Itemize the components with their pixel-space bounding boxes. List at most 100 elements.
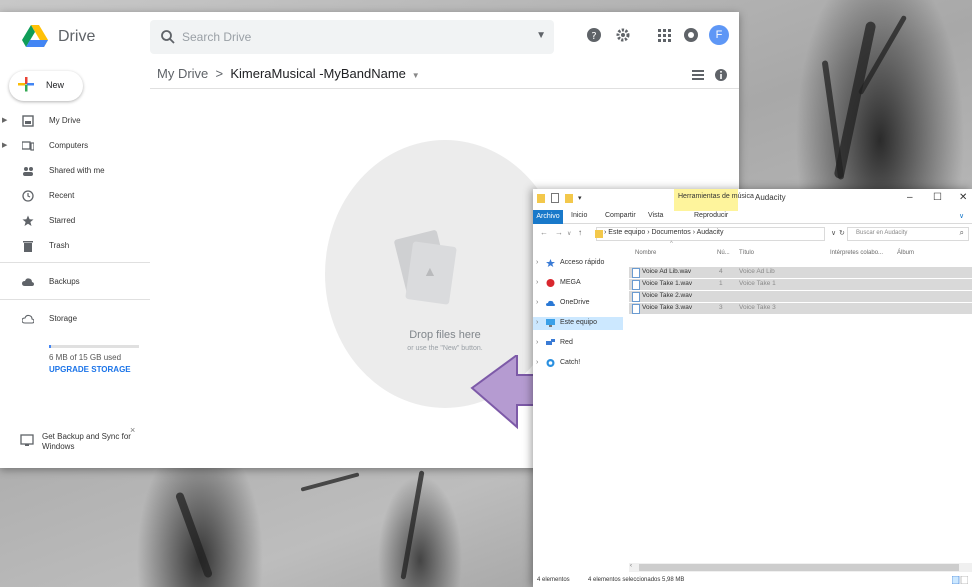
tree-expand-icon[interactable]: › <box>536 259 538 266</box>
column-header-name[interactable]: Nombre <box>635 250 656 256</box>
search-options-icon[interactable]: ▼ <box>536 30 546 41</box>
onedrive-icon <box>546 300 555 306</box>
address-dropdown-icon[interactable]: ∨ <box>831 229 836 237</box>
view-toggle-icon[interactable] <box>952 576 968 584</box>
horizontal-scrollbar[interactable]: ‹ <box>629 563 972 572</box>
cloud-icon <box>22 278 34 286</box>
tree-item-onedrive[interactable]: › OneDrive <box>533 297 623 310</box>
new-folder-icon[interactable] <box>565 193 573 203</box>
drive-watermark-icon: ▲ <box>423 263 437 279</box>
scrollbar-thumb[interactable] <box>639 564 959 571</box>
forward-arrow-icon[interactable]: → <box>555 228 563 237</box>
explorer-titlebar: ▾ Herramientas de música Audacity – ☐ ✕ <box>533 189 972 211</box>
expand-arrow-icon[interactable]: ▶ <box>2 116 7 124</box>
storage-progress-bar <box>49 345 139 348</box>
drive-logo-icon[interactable] <box>22 25 48 47</box>
apps-grid-icon[interactable] <box>655 26 673 44</box>
tree-expand-icon[interactable]: › <box>536 339 538 346</box>
upgrade-storage-link[interactable]: UPGRADE STORAGE <box>49 365 131 374</box>
new-button[interactable]: New <box>9 71 83 101</box>
sidebar-item-storage[interactable]: Storage <box>0 309 150 331</box>
search-icon[interactable] <box>160 29 176 45</box>
tab-inicio[interactable]: Inicio <box>571 212 587 219</box>
file-name: Voice Take 1.wav <box>642 280 693 287</box>
tab-vista[interactable]: Vista <box>648 212 663 219</box>
tree-expand-icon[interactable]: › <box>536 359 538 366</box>
ribbon-context-label[interactable]: Herramientas de música <box>678 193 754 200</box>
tree-item-quick-access[interactable]: › Acceso rápido <box>533 257 623 270</box>
account-avatar[interactable]: F <box>709 25 729 45</box>
column-header-album[interactable]: Álbum <box>897 250 914 256</box>
sidebar-item-backups[interactable]: Backups <box>0 272 150 294</box>
drive-header: Drive Search Drive ▼ ? F <box>0 12 739 62</box>
close-button[interactable]: ✕ <box>959 192 967 203</box>
tree-item-network[interactable]: › Red <box>533 337 623 350</box>
refresh-icon[interactable]: ↻ <box>839 229 845 237</box>
help-icon[interactable]: ? <box>585 26 603 44</box>
info-icon[interactable] <box>714 68 728 82</box>
minimize-button[interactable]: – <box>907 192 913 203</box>
breadcrumb-root[interactable]: My Drive <box>157 66 208 81</box>
explorer-title: Audacity <box>755 193 786 202</box>
up-arrow-icon[interactable]: ↑ <box>578 228 582 237</box>
search-icon[interactable]: ⌕ <box>960 228 964 238</box>
sidebar-item-trash[interactable]: Trash <box>0 236 150 258</box>
sidebar-item-recent[interactable]: Recent <box>0 186 150 208</box>
table-row[interactable]: Voice Ad Lib.wav 4 Voice Ad Lib <box>629 267 972 278</box>
column-header-title[interactable]: Título <box>739 250 754 256</box>
tree-expand-icon[interactable]: › <box>536 319 538 326</box>
file-title: Voice Ad Lib <box>739 268 775 275</box>
recent-locations-icon[interactable]: ∨ <box>567 230 571 237</box>
close-icon[interactable]: × <box>130 425 135 435</box>
address-bar[interactable]: › Este equipo › Documentos › Audacity <box>595 227 825 241</box>
breadcrumb-separator-icon: > <box>215 66 224 81</box>
table-row[interactable]: Voice Take 3.wav 3 Voice Take 3 <box>629 303 972 314</box>
notifications-icon[interactable] <box>682 26 700 44</box>
explorer-search[interactable]: Buscar en Audacity ⌕ <box>847 227 969 241</box>
file-name: Voice Take 3.wav <box>642 304 693 311</box>
sort-ascending-icon: ^ <box>670 241 673 247</box>
ribbon-expand-icon[interactable]: ∨ <box>959 212 964 220</box>
svg-text:?: ? <box>591 31 596 42</box>
tree-item-label: Red <box>560 339 573 346</box>
table-row[interactable]: Voice Take 1.wav 1 Voice Take 1 <box>629 279 972 290</box>
back-arrow-icon[interactable]: ← <box>540 228 548 237</box>
explorer-search-input[interactable]: Buscar en Audacity <box>856 230 907 236</box>
status-item-count: 4 elementos <box>537 577 570 583</box>
sidebar-item-computers[interactable]: ▶ Computers <box>0 136 150 158</box>
column-header-artists[interactable]: Intérpretes colabo... <box>830 250 883 256</box>
quick-access-dropdown-icon[interactable]: ▾ <box>578 194 582 202</box>
address-bar-row: ← → ∨ ↑ › Este equipo › Documentos › Aud… <box>533 226 972 241</box>
storage-used-text: 6 MB of 15 GB used <box>49 353 122 362</box>
folder-menu-chevron-icon[interactable]: ▼ <box>410 71 420 80</box>
tree-item-this-pc[interactable]: › Este equipo <box>533 317 623 330</box>
list-view-icon[interactable] <box>691 68 705 82</box>
tree-item-catch[interactable]: › Catch! <box>533 357 623 370</box>
sidebar-item-label: Backups <box>49 277 80 286</box>
search-bar[interactable]: Search Drive ▼ <box>150 20 554 54</box>
sidebar-item-starred[interactable]: Starred <box>0 211 150 233</box>
tab-archivo[interactable]: Archivo <box>533 210 563 224</box>
file-track-number: 4 <box>719 268 723 275</box>
sidebar-item-shared[interactable]: Shared with me <box>0 161 150 183</box>
folder-icon[interactable] <box>537 193 545 203</box>
search-input[interactable]: Search Drive <box>182 30 251 44</box>
expand-arrow-icon[interactable]: ▶ <box>2 141 7 149</box>
network-icon <box>546 339 555 345</box>
tree-expand-icon[interactable]: › <box>536 279 538 286</box>
tab-compartir[interactable]: Compartir <box>605 212 636 219</box>
properties-icon[interactable] <box>551 193 559 203</box>
tree-item-mega[interactable]: › MEGA <box>533 277 623 290</box>
address-path[interactable]: › Este equipo › Documentos › Audacity <box>604 229 723 236</box>
scroll-left-icon[interactable]: ‹ <box>630 563 632 569</box>
drive-icon <box>22 115 34 127</box>
audio-file-icon <box>632 268 640 278</box>
tab-reproducir[interactable]: Reproducir <box>694 212 728 219</box>
settings-gear-icon[interactable] <box>614 26 632 44</box>
table-row[interactable]: Voice Take 2.wav <box>629 291 972 302</box>
breadcrumb-current-folder[interactable]: KimeraMusical -MyBandName <box>230 66 406 81</box>
maximize-button[interactable]: ☐ <box>933 192 942 203</box>
sidebar-item-my-drive[interactable]: ▶ My Drive <box>0 111 150 133</box>
tree-expand-icon[interactable]: › <box>536 299 538 306</box>
column-header-number[interactable]: Nú... <box>717 250 730 256</box>
